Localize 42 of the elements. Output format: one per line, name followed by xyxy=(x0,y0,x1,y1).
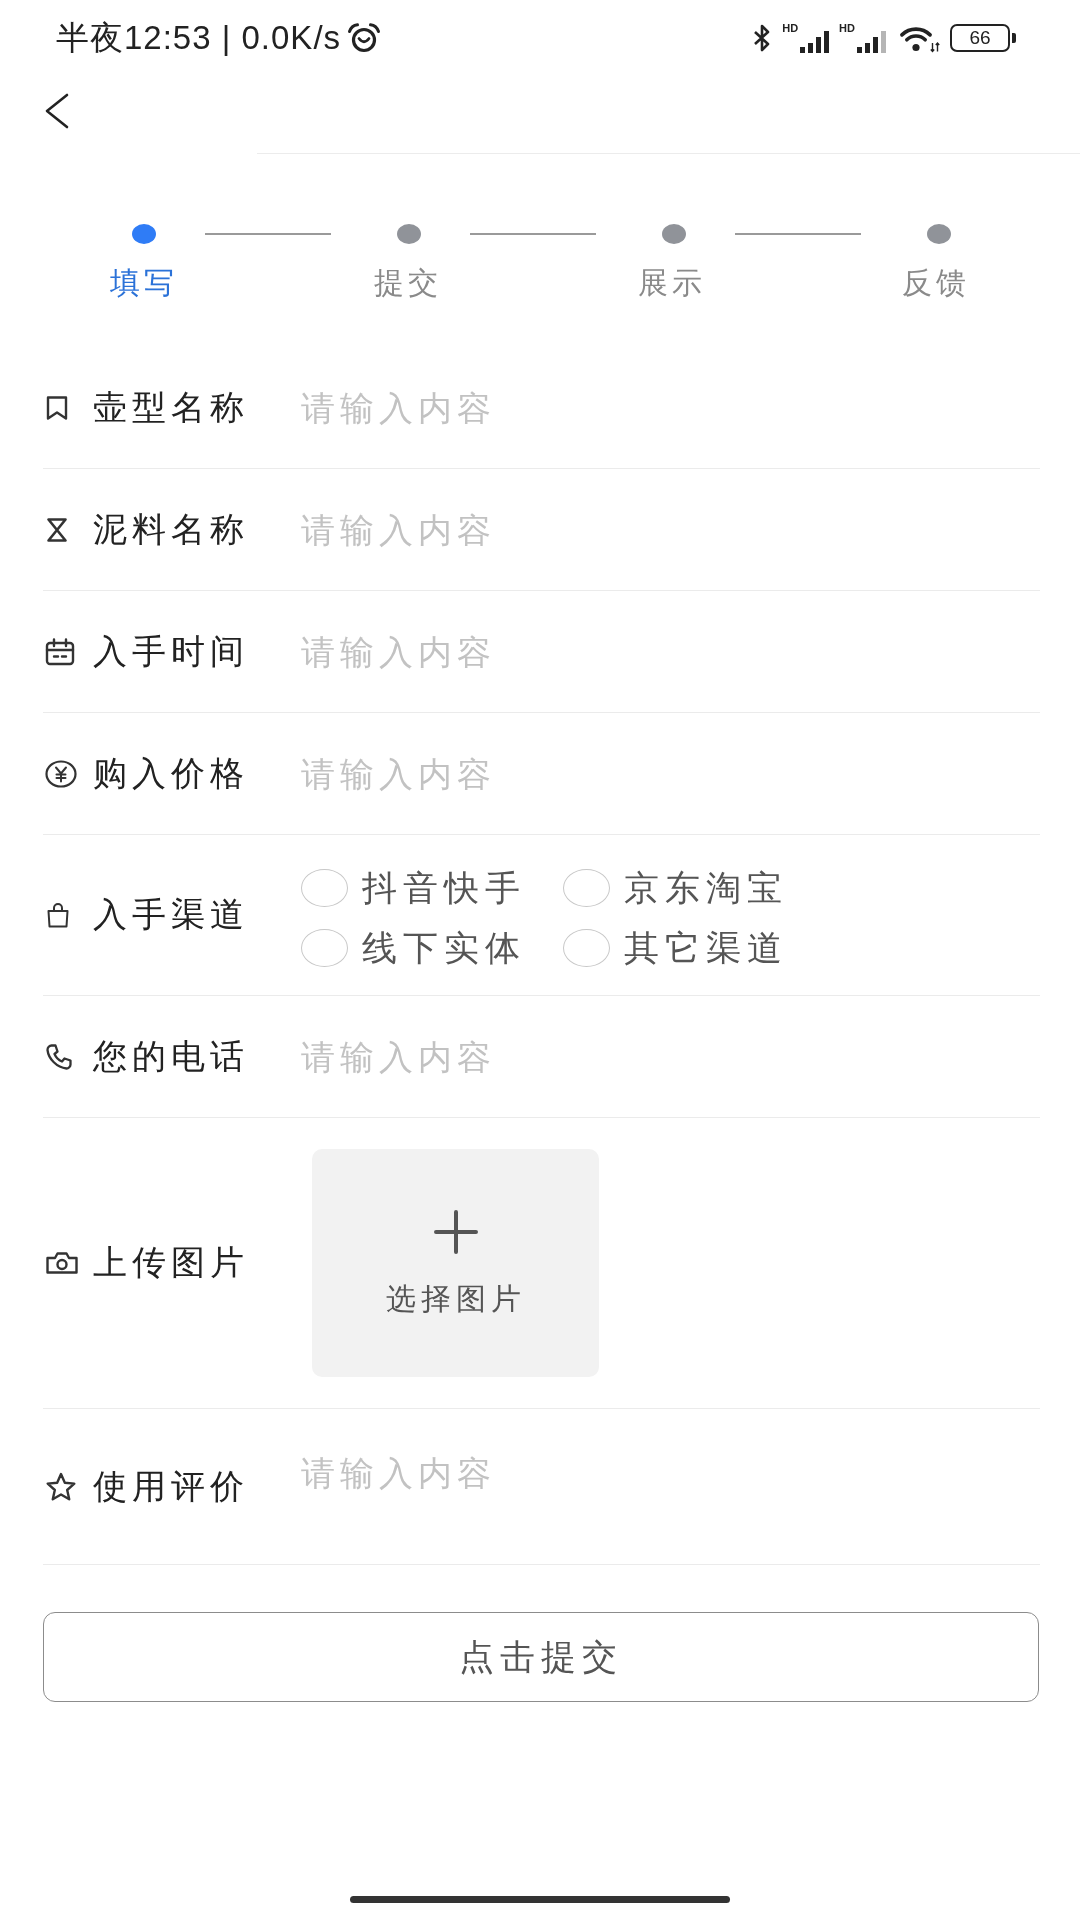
text-area[interactable]: 请输入内容 xyxy=(301,1448,1040,1525)
radio-option[interactable]: 抖音快手 xyxy=(301,864,563,912)
image-picker-button[interactable]: 选择图片 xyxy=(312,1149,599,1377)
signal-bars-icon xyxy=(799,31,830,53)
battery-indicator: 66 xyxy=(950,24,1016,52)
radio-option[interactable]: 其它渠道 xyxy=(563,924,825,972)
star-icon xyxy=(45,1471,77,1502)
hourglass-icon xyxy=(45,516,69,543)
calendar-icon xyxy=(45,637,75,666)
field-label: 上传图片 xyxy=(93,1241,250,1284)
signal-bars-icon xyxy=(856,31,886,53)
alarm-clock-icon xyxy=(347,23,382,53)
text-input[interactable]: 请输入内容 xyxy=(301,377,1040,438)
back-chevron-icon xyxy=(43,92,70,129)
field-label: 使用评价 xyxy=(93,1464,250,1508)
bookmark-icon xyxy=(45,394,69,421)
yuan-coin-icon xyxy=(45,759,77,788)
status-time-text: 半夜12:53 | 0.0K/s xyxy=(56,17,342,58)
field-label: 泥料名称 xyxy=(93,507,250,551)
field-label: 壶型名称 xyxy=(93,385,250,429)
shopping-bag-icon xyxy=(45,902,71,928)
step-label: 展示 xyxy=(638,265,706,301)
field-label: 入手时间 xyxy=(93,629,250,673)
step-label: 反馈 xyxy=(902,265,970,301)
field-label: 入手渠道 xyxy=(93,893,250,936)
network-type-label: HD xyxy=(839,23,855,34)
plus-icon xyxy=(433,1209,478,1254)
text-input[interactable]: 请输入内容 xyxy=(301,499,1040,560)
field-label: 购入价格 xyxy=(93,751,250,795)
back-button[interactable] xyxy=(43,92,70,129)
field-label: 您的电话 xyxy=(93,1034,250,1078)
step-label: 提交 xyxy=(374,265,442,301)
network-type-label: HD xyxy=(782,23,799,34)
radio-option[interactable]: 京东淘宝 xyxy=(563,864,825,912)
camera-icon xyxy=(45,1251,79,1275)
step-label: 填写 xyxy=(110,265,178,301)
text-input[interactable]: 请输入内容 xyxy=(301,1026,1040,1087)
phone-icon xyxy=(45,1042,73,1071)
text-input[interactable]: 请输入内容 xyxy=(301,621,1040,682)
submit-button[interactable]: 点击提交 xyxy=(43,1612,1039,1702)
text-input[interactable]: 请输入内容 xyxy=(301,743,1040,804)
radio-option[interactable]: 线下实体 xyxy=(301,924,563,972)
